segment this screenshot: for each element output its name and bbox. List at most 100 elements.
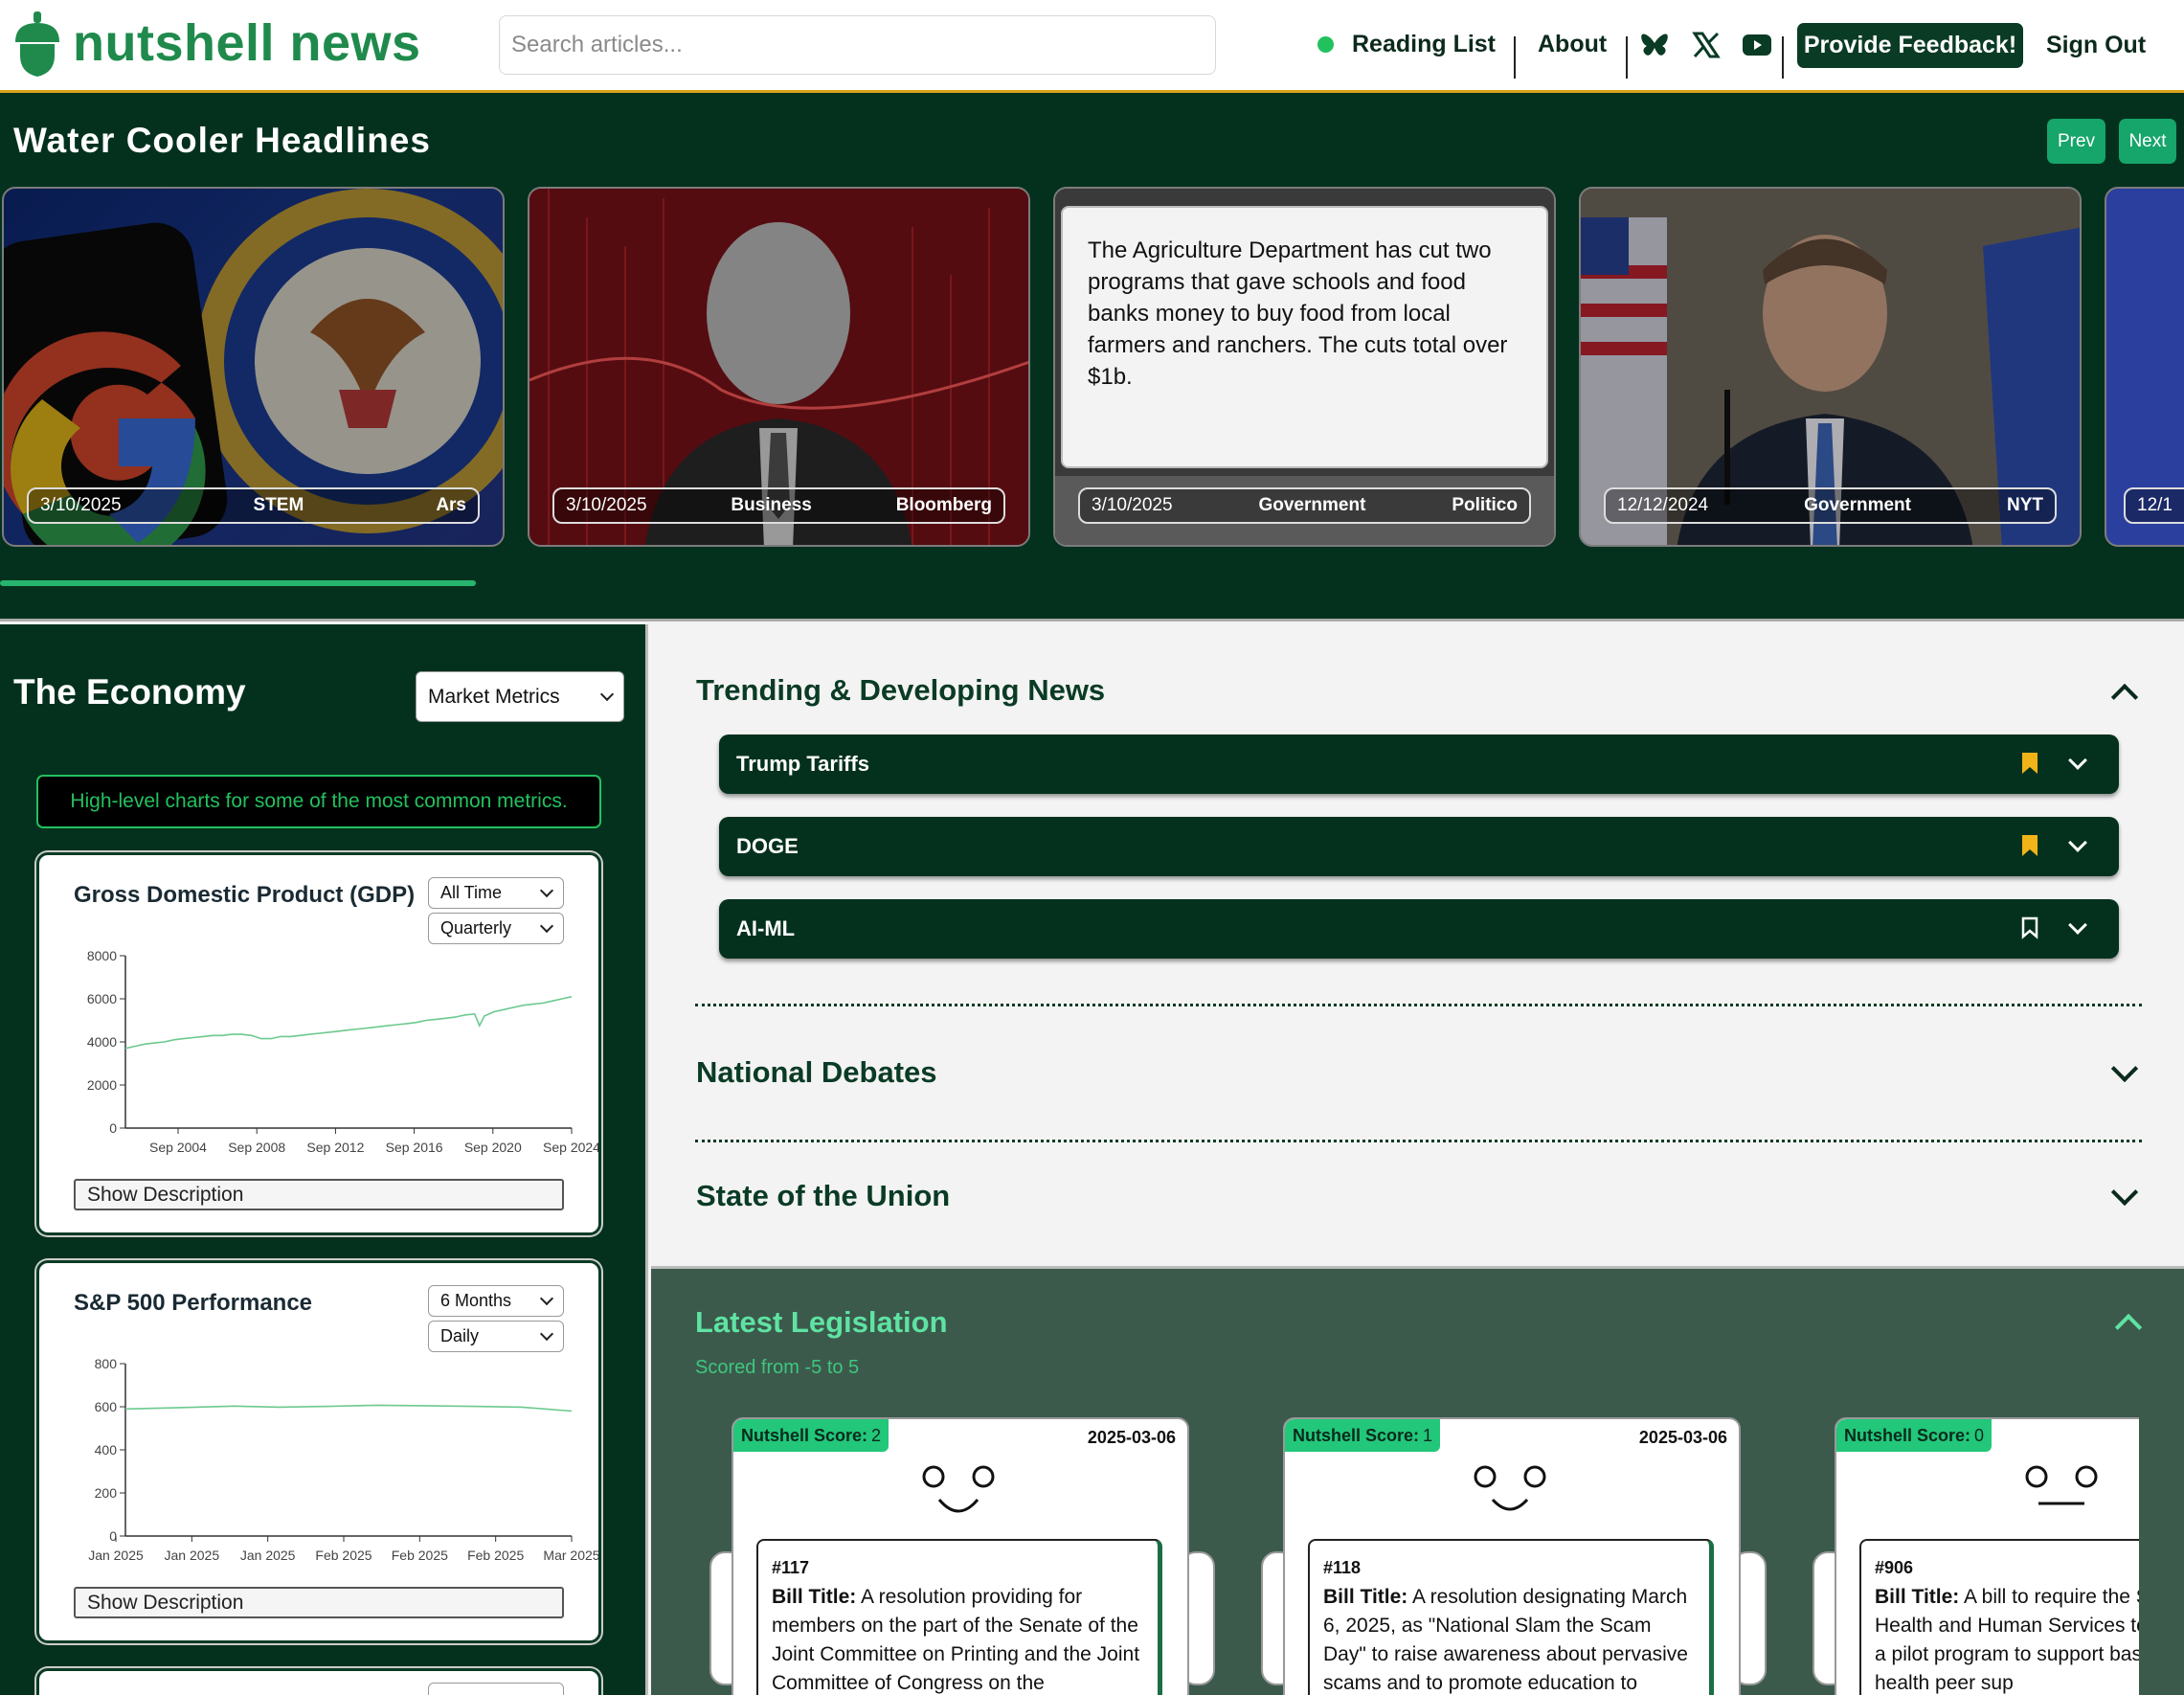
prev-button[interactable]: Prev bbox=[2047, 119, 2105, 164]
headline-card[interactable]: 12/12/2024 Government NYT bbox=[1579, 187, 2082, 547]
next-button[interactable]: Next bbox=[2119, 119, 2176, 164]
headline-date: 12/1 bbox=[2137, 495, 2173, 515]
legislation-subtitle: Scored from -5 to 5 bbox=[695, 1357, 860, 1378]
topic-ai-ml[interactable]: AI-ML bbox=[719, 899, 2119, 959]
bluesky-icon[interactable] bbox=[1638, 29, 1671, 61]
headline-date: 3/10/2025 bbox=[1092, 495, 1173, 515]
x-tick-label: Sep 2016 bbox=[386, 1140, 443, 1155]
chevron-down-icon[interactable] bbox=[2068, 751, 2087, 770]
status-dot-icon bbox=[1317, 35, 1334, 53]
x-icon[interactable] bbox=[1690, 29, 1722, 61]
bill-card[interactable]: Nutshell Score: 2 2025-03-06 #117 Bill T… bbox=[732, 1417, 1189, 1695]
headline-card[interactable]: 3/10/2025 Business Bloomberg bbox=[528, 187, 1030, 547]
bill-card[interactable]: Nutshell Score: 1 2025-03-06 #118 Bill T… bbox=[1283, 1417, 1741, 1695]
economy-title: The Economy bbox=[13, 672, 246, 712]
y-tick-label: 6000 bbox=[87, 991, 117, 1006]
sign-out-link[interactable]: Sign Out bbox=[2046, 32, 2146, 59]
smile-face-icon bbox=[1474, 1465, 1546, 1511]
carousel-progress-bar bbox=[0, 580, 476, 586]
legislation-section: Latest Legislation Scored from -5 to 5 N… bbox=[651, 1266, 2184, 1695]
headline-card[interactable]: The Agriculture Department has cut two p… bbox=[1053, 187, 1556, 547]
acorn-logo-icon[interactable] bbox=[13, 11, 61, 77]
headline-meta: 12/1 bbox=[2124, 487, 2184, 524]
y-tick-label: 400 bbox=[95, 1442, 118, 1458]
trending-title: Trending & Developing News bbox=[696, 673, 1106, 707]
bill-details: #906 Bill Title: A bill to require the S… bbox=[1859, 1539, 2139, 1695]
y-tick-label: 8000 bbox=[87, 948, 117, 963]
y-tick-label: 4000 bbox=[87, 1034, 117, 1050]
score-value: 0 bbox=[1974, 1425, 1985, 1445]
sp500-line-chart: 0200400600800Jan 2025 Jan 2025 Jan 2025 Feb… bbox=[88, 1356, 598, 1563]
state-of-union-title[interactable]: State of the Union bbox=[696, 1179, 950, 1213]
headline-category: Government bbox=[1258, 495, 1366, 515]
search-input[interactable] bbox=[499, 15, 1216, 75]
economy-view-select[interactable]: Market Metrics bbox=[416, 671, 624, 722]
score-value: 1 bbox=[1423, 1425, 1433, 1445]
top-nav-bar: nutshell news Reading List About Provide… bbox=[0, 0, 2184, 93]
x-tick-label: Sep 2008 bbox=[228, 1140, 285, 1155]
collapse-trending-icon[interactable] bbox=[2110, 683, 2139, 712]
bookmark-filled-icon[interactable] bbox=[2021, 752, 2038, 775]
x-tick-label: Feb 2025 bbox=[467, 1548, 524, 1563]
show-description-button[interactable]: Show Description bbox=[74, 1587, 564, 1618]
sp500-range-select[interactable]: 6 Months bbox=[428, 1285, 564, 1317]
collapse-legislation-icon[interactable] bbox=[2114, 1313, 2143, 1342]
y-tick-label: 2000 bbox=[87, 1077, 117, 1093]
x-tick-label: Sep 2004 bbox=[149, 1140, 207, 1155]
topic-trump-tariffs[interactable]: Trump Tariffs bbox=[719, 734, 2119, 794]
nutshell-score-badge: Nutshell Score: 0 bbox=[1836, 1419, 1993, 1452]
chart-title: S&P 500 Performance bbox=[74, 1290, 313, 1316]
y-tick-label: 600 bbox=[95, 1399, 118, 1414]
chevron-down-icon[interactable] bbox=[2068, 833, 2087, 852]
headlines-title: Water Cooler Headlines bbox=[13, 121, 431, 160]
chart-range-select[interactable] bbox=[428, 1683, 564, 1695]
headline-source: Ars bbox=[436, 495, 466, 515]
provide-feedback-button[interactable]: Provide Feedback! bbox=[1797, 23, 2023, 68]
reading-list-link[interactable]: Reading List bbox=[1317, 13, 1496, 75]
section-divider bbox=[0, 619, 2184, 622]
x-tick-label: Feb 2025 bbox=[315, 1548, 372, 1563]
show-description-button[interactable]: Show Description bbox=[74, 1179, 564, 1210]
headline-card[interactable]: 12/1 bbox=[2105, 187, 2184, 547]
headline-source: Bloomberg bbox=[895, 495, 992, 515]
bill-title-label: Bill Title: bbox=[772, 1586, 857, 1608]
smile-face-icon bbox=[922, 1465, 995, 1513]
y-tick-label: 200 bbox=[95, 1485, 118, 1501]
gdp-interval-value: Quarterly bbox=[440, 918, 512, 938]
chevron-down-icon[interactable] bbox=[2068, 915, 2087, 935]
bill-number: #906 bbox=[1875, 1558, 1914, 1577]
x-tick-label: Jan 2025 bbox=[240, 1548, 296, 1563]
sp500-interval-select[interactable]: Daily bbox=[428, 1321, 564, 1352]
bookmark-filled-icon[interactable] bbox=[2021, 834, 2038, 857]
sp500-interval-value: Daily bbox=[440, 1326, 480, 1345]
gdp-range-select[interactable]: All Time bbox=[428, 877, 564, 909]
bill-card[interactable]: Nutshell Score: 0 #906 Bill Title: A bil… bbox=[1835, 1417, 2139, 1695]
headline-meta: 3/10/2025 Government Politico bbox=[1078, 487, 1531, 524]
chart-title: Gross Domestic Product (GDP) bbox=[74, 882, 416, 908]
youtube-icon[interactable] bbox=[1741, 29, 1773, 61]
headline-category: Business bbox=[731, 495, 812, 515]
expand-state-of-union-icon[interactable] bbox=[2110, 1178, 2139, 1207]
nav-divider bbox=[1782, 36, 1784, 79]
x-tick-label: Mar 2025 bbox=[543, 1548, 598, 1563]
score-value: 2 bbox=[871, 1425, 882, 1445]
chevron-down-icon bbox=[539, 883, 554, 898]
reading-list-label: Reading List bbox=[1352, 30, 1497, 57]
gdp-interval-select[interactable]: Quarterly bbox=[428, 913, 564, 944]
gdp-range-value: All Time bbox=[440, 883, 503, 902]
bill-details: #118 Bill Title: A resolution designatin… bbox=[1308, 1539, 1714, 1695]
bill-number: #117 bbox=[772, 1558, 810, 1577]
about-link[interactable]: About bbox=[1538, 31, 1607, 58]
headline-meta: 3/10/2025 Business Bloomberg bbox=[552, 487, 1005, 524]
expand-national-debates-icon[interactable] bbox=[2110, 1054, 2139, 1083]
topic-label: AI-ML bbox=[736, 916, 796, 940]
headline-date: 3/10/2025 bbox=[566, 495, 647, 515]
bill-details: #117 Bill Title: A resolution providing … bbox=[756, 1539, 1162, 1695]
headline-card[interactable]: 3/10/2025 STEM Ars bbox=[2, 187, 505, 547]
topic-doge[interactable]: DOGE bbox=[719, 817, 2119, 876]
bookmark-outline-icon[interactable] bbox=[2021, 916, 2038, 939]
score-label: Nutshell Score: bbox=[1293, 1425, 1420, 1445]
national-debates-title[interactable]: National Debates bbox=[696, 1055, 937, 1090]
brand-name[interactable]: nutshell news bbox=[73, 13, 421, 73]
headline-source: Politico bbox=[1452, 495, 1518, 515]
